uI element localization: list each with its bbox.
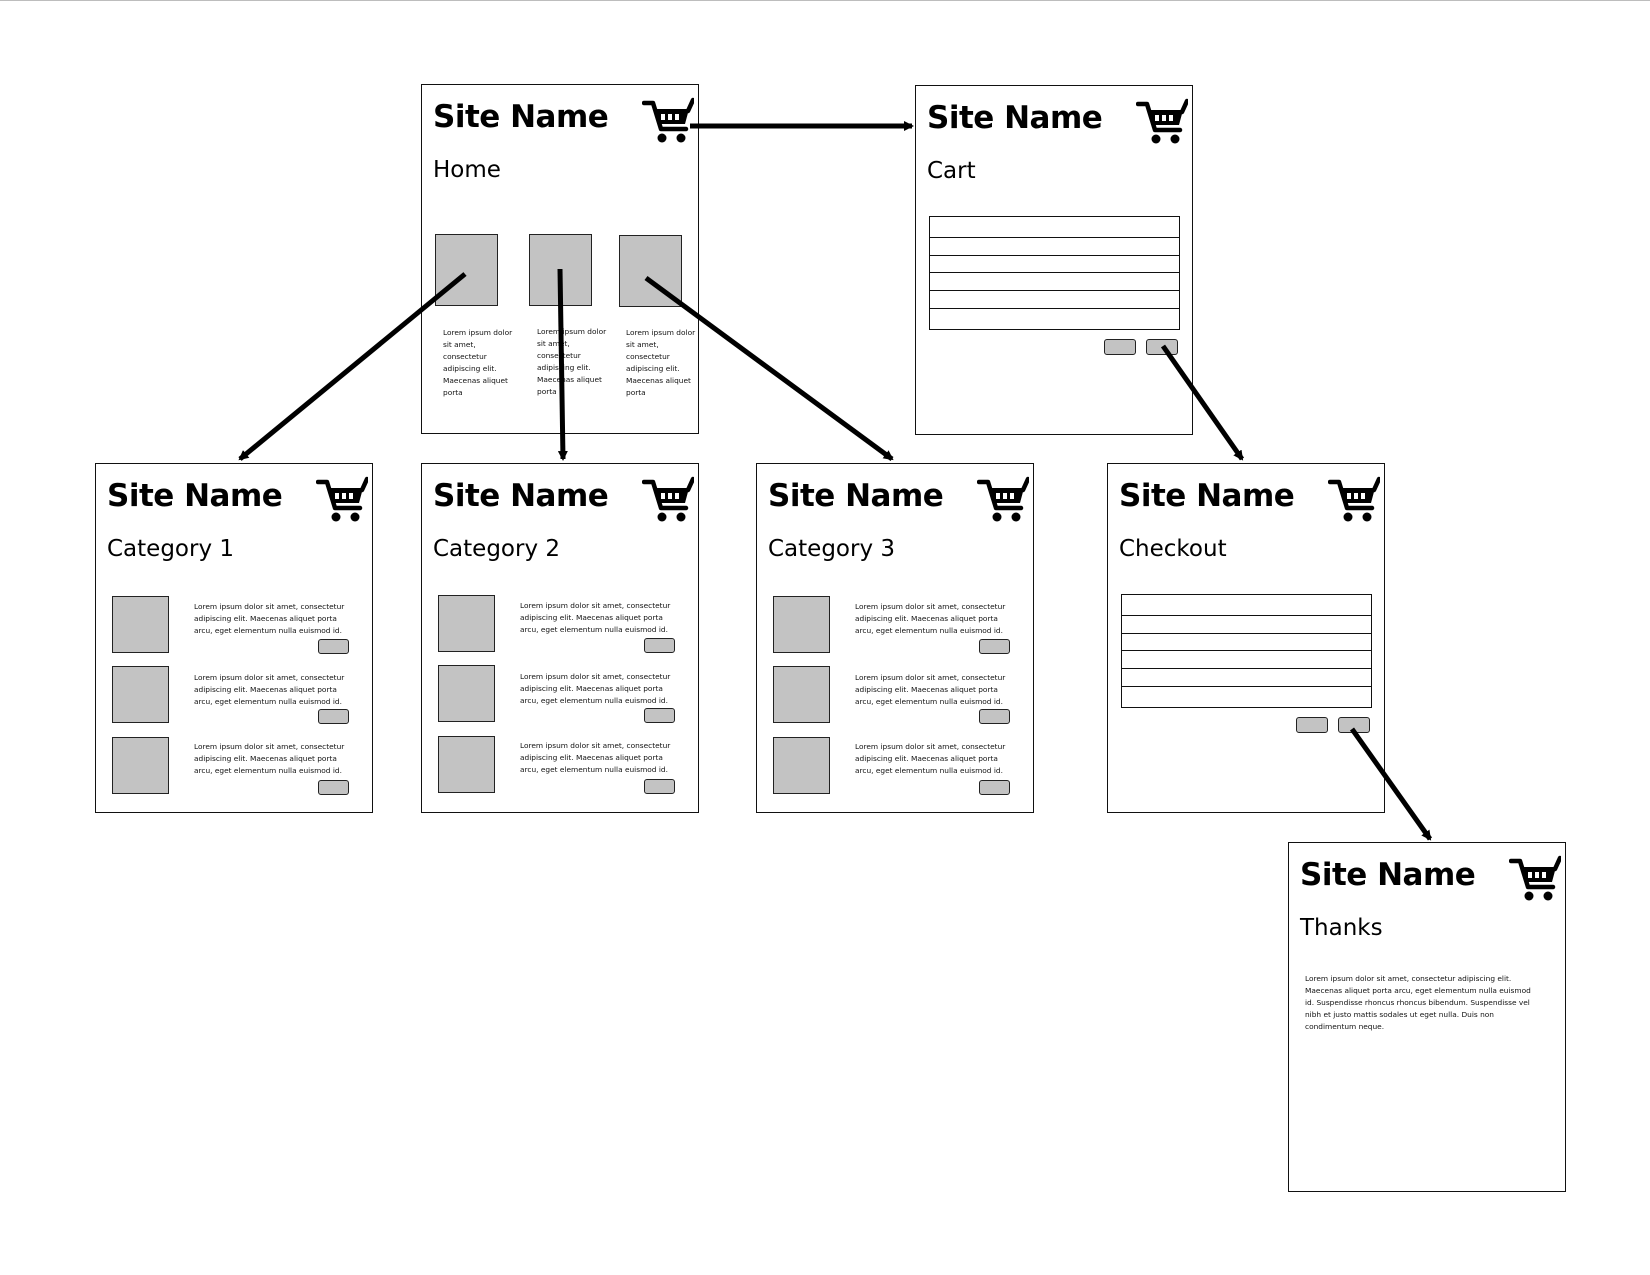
cart-table: [929, 216, 1180, 330]
site-name: Site Name: [768, 478, 944, 514]
shopping-cart-icon[interactable]: [642, 97, 694, 145]
checkout-form: [1121, 594, 1372, 708]
table-row-divider: [930, 255, 1179, 256]
product-image[interactable]: [112, 737, 169, 794]
add-to-cart-button[interactable]: [318, 639, 349, 654]
form-row-divider: [1122, 686, 1371, 687]
product-image[interactable]: [438, 665, 495, 722]
continue-shopping-button[interactable]: [1104, 339, 1136, 355]
form-row-divider: [1122, 668, 1371, 669]
product-image[interactable]: [438, 736, 495, 793]
form-row-divider: [1122, 633, 1371, 634]
product-image[interactable]: [773, 737, 830, 794]
product-thumbnail[interactable]: [435, 234, 498, 306]
shopping-cart-icon[interactable]: [977, 476, 1029, 524]
site-name: Site Name: [927, 100, 1103, 136]
product-description: Lorem ipsum dolor sit amet, consectetur …: [855, 602, 1006, 635]
product-image[interactable]: [112, 666, 169, 723]
page-category-2: Site Name Category 2 Lorem ipsum dolor s…: [421, 463, 699, 813]
product-description: Lorem ipsum dolor sit amet, consectetur …: [855, 742, 1006, 775]
table-row-divider: [930, 237, 1179, 238]
add-to-cart-button[interactable]: [644, 638, 675, 653]
page-title: Home: [433, 157, 501, 183]
page-checkout: Site Name Checkout: [1107, 463, 1385, 813]
site-name: Site Name: [433, 478, 609, 514]
page-title: Thanks: [1300, 915, 1383, 941]
product-thumbnail[interactable]: [529, 234, 592, 306]
product-description: Lorem ipsum dolor sit amet, consectetur …: [520, 741, 671, 774]
site-name: Site Name: [1119, 478, 1295, 514]
top-rule: [0, 0, 1650, 1]
add-to-cart-button[interactable]: [979, 709, 1010, 724]
shopping-cart-icon[interactable]: [316, 476, 368, 524]
form-row-divider: [1122, 650, 1371, 651]
checkout-button[interactable]: [1146, 339, 1178, 355]
table-row-divider: [930, 308, 1179, 309]
product-image[interactable]: [438, 595, 495, 652]
product-image[interactable]: [773, 666, 830, 723]
page-title: Checkout: [1119, 536, 1227, 562]
form-row-divider: [1122, 615, 1371, 616]
product-image[interactable]: [112, 596, 169, 653]
page-title: Category 1: [107, 536, 235, 562]
product-description: Lorem ipsum dolor sit amet, consectetur …: [520, 601, 671, 634]
table-row-divider: [930, 272, 1179, 273]
site-name: Site Name: [433, 99, 609, 135]
product-description: Lorem ipsum dolor sit amet, consectetur …: [194, 673, 345, 706]
add-to-cart-button[interactable]: [318, 780, 349, 795]
table-row-divider: [930, 290, 1179, 291]
item-description: Lorem ipsum dolor sit amet, consectetur …: [626, 328, 696, 397]
page-category-3: Site Name Category 3 Lorem ipsum dolor s…: [756, 463, 1034, 813]
thanks-message: Lorem ipsum dolor sit amet, consectetur …: [1305, 974, 1531, 1031]
add-to-cart-button[interactable]: [979, 639, 1010, 654]
shopping-cart-icon[interactable]: [1328, 476, 1380, 524]
shopping-cart-icon[interactable]: [1509, 855, 1561, 903]
page-title: Category 2: [433, 536, 561, 562]
product-description: Lorem ipsum dolor sit amet, consectetur …: [194, 602, 345, 635]
shopping-cart-icon[interactable]: [642, 476, 694, 524]
page-cart: Site Name Cart: [915, 85, 1193, 435]
site-name: Site Name: [1300, 857, 1476, 893]
page-category-1: Site Name Category 1 Lorem ipsum dolor s…: [95, 463, 373, 813]
add-to-cart-button[interactable]: [318, 709, 349, 724]
add-to-cart-button[interactable]: [644, 779, 675, 794]
site-name: Site Name: [107, 478, 283, 514]
page-thanks: Site Name Thanks Lorem ipsum dolor sit a…: [1288, 842, 1566, 1192]
shopping-cart-icon[interactable]: [1136, 98, 1188, 146]
add-to-cart-button[interactable]: [644, 708, 675, 723]
product-image[interactable]: [773, 596, 830, 653]
product-description: Lorem ipsum dolor sit amet, consectetur …: [855, 673, 1006, 706]
page-home: Site Name Home Lorem ipsum dolor sit ame…: [421, 84, 699, 434]
item-description: Lorem ipsum dolor sit amet, consectetur …: [443, 328, 513, 397]
add-to-cart-button[interactable]: [979, 780, 1010, 795]
product-description: Lorem ipsum dolor sit amet, consectetur …: [194, 742, 345, 775]
product-description: Lorem ipsum dolor sit amet, consectetur …: [520, 672, 671, 705]
item-description: Lorem ipsum dolor sit amet, consectetur …: [537, 327, 607, 396]
product-thumbnail[interactable]: [619, 235, 682, 307]
back-button[interactable]: [1296, 717, 1328, 733]
page-title: Cart: [927, 158, 976, 184]
place-order-button[interactable]: [1338, 717, 1370, 733]
page-title: Category 3: [768, 536, 896, 562]
